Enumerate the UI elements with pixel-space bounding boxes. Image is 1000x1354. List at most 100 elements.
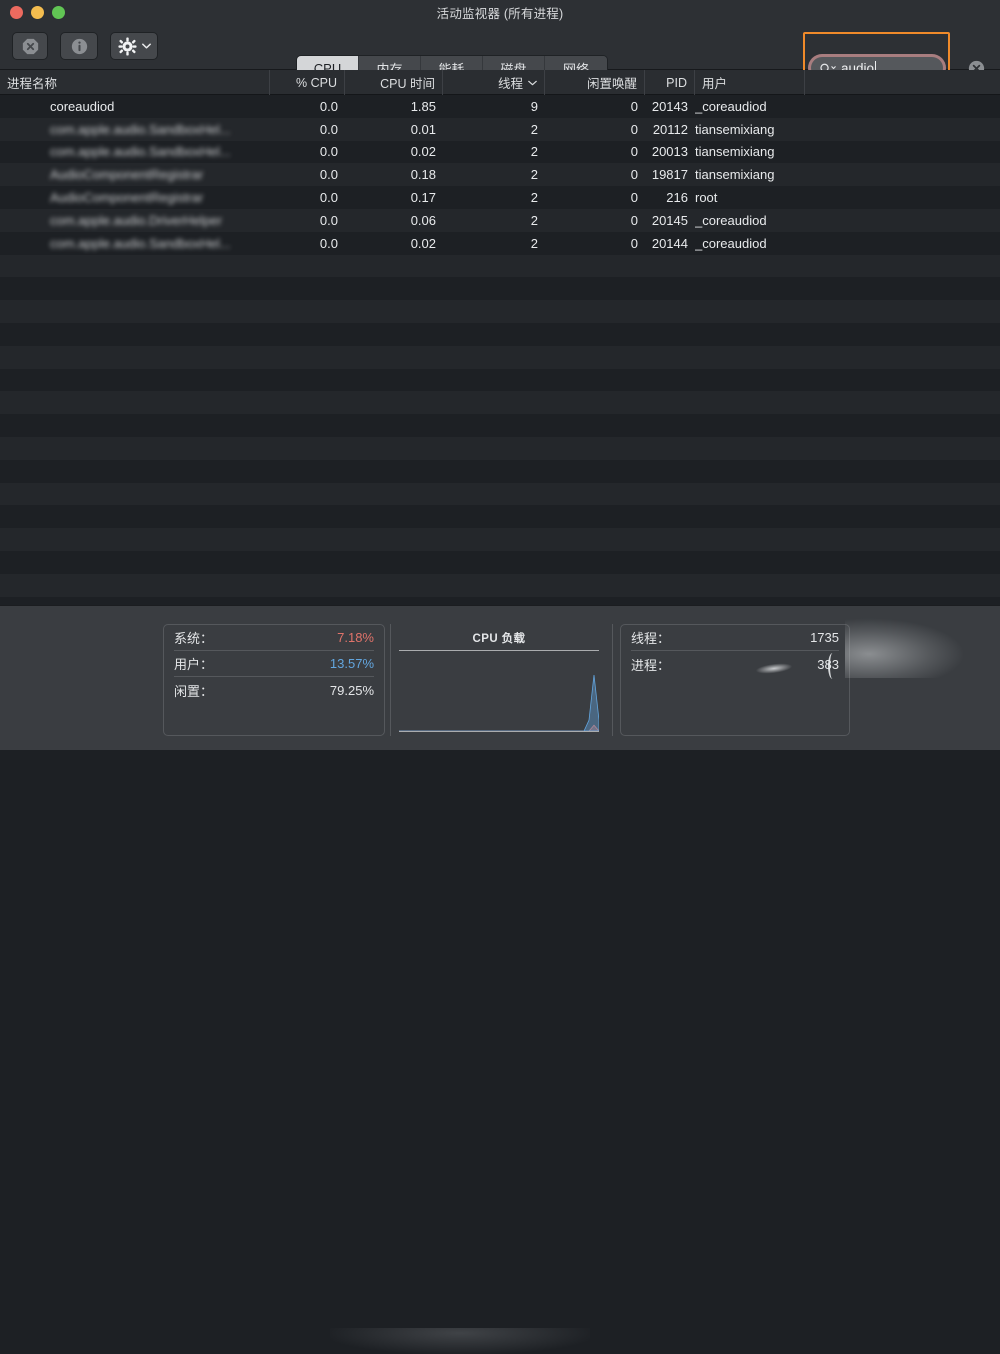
cell-cpu-time: 1.85 xyxy=(345,95,443,118)
totals-panel: 线程： 1735 进程： 383 xyxy=(620,624,850,736)
cell-process-name: AudioComponentRegistrar xyxy=(50,163,265,186)
inspect-process-button[interactable] xyxy=(60,32,98,60)
cell-cpu-time: 0.17 xyxy=(345,186,443,209)
table-row-empty xyxy=(0,437,1000,460)
stat-value: 1735 xyxy=(810,630,839,645)
column-label: 线程 xyxy=(498,73,523,92)
stop-process-button[interactable] xyxy=(12,32,48,60)
cell-user: tiansemixiang xyxy=(695,118,805,141)
cell-process-name: AudioComponentRegistrar xyxy=(50,186,265,209)
cell-user: root xyxy=(695,186,805,209)
column-label: PID xyxy=(666,76,687,90)
cell-process-name: com.apple.audio.SandboxHel... xyxy=(50,232,265,255)
table-row-empty xyxy=(0,505,1000,528)
table-row-empty xyxy=(0,483,1000,506)
cell-process-name: com.apple.audio.DriverHelper xyxy=(50,209,265,232)
cell-user: tiansemixiang xyxy=(695,163,805,186)
cpu-load-title: CPU 负载 xyxy=(390,630,608,646)
column-header-idle-wakeups[interactable]: 闲置唤醒 xyxy=(545,70,645,95)
stop-process-icon xyxy=(22,38,39,55)
stat-row-user: 用户： 13.57% xyxy=(174,651,374,677)
cell-threads: 2 xyxy=(443,186,545,209)
chevron-down-icon xyxy=(142,43,151,49)
chevron-down-icon xyxy=(528,80,537,86)
table-row-empty xyxy=(0,255,1000,278)
cell-cpu-percent: 0.0 xyxy=(270,95,345,118)
table-row-empty xyxy=(0,300,1000,323)
cell-process-name: coreaudiod xyxy=(50,95,265,118)
close-button[interactable] xyxy=(10,6,23,19)
table-row-empty xyxy=(0,574,1000,597)
stat-label: 用户： xyxy=(174,654,213,673)
table-row-empty xyxy=(0,551,1000,574)
cell-process-name: com.apple.audio.SandboxHel... xyxy=(50,118,265,141)
cpu-load-svg xyxy=(399,651,599,731)
stat-value: 13.57% xyxy=(330,656,374,671)
stat-label: 闲置： xyxy=(174,681,213,700)
zoom-button[interactable] xyxy=(52,6,65,19)
process-table-body[interactable]: coreaudiod0.01.859020143_coreaudiodcom.a… xyxy=(0,95,1000,605)
cell-pid: 216 xyxy=(645,186,695,209)
toolbar: CPU 内存 能耗 磁盘 网络 audio xyxy=(0,24,1000,70)
table-row-empty xyxy=(0,323,1000,346)
table-row[interactable]: AudioComponentRegistrar0.00.1720216root xyxy=(0,186,1000,209)
stat-label: 线程： xyxy=(631,628,670,647)
table-row[interactable]: com.apple.audio.SandboxHel...0.00.012020… xyxy=(0,118,1000,141)
gear-icon xyxy=(118,37,137,56)
column-header-spacer xyxy=(805,70,1000,95)
table-header: 进程名称 % CPU CPU 时间 线程 闲置唤醒 PID 用户 xyxy=(0,70,1000,95)
cell-threads: 2 xyxy=(443,118,545,141)
column-label: 闲置唤醒 xyxy=(587,73,637,92)
cell-cpu-percent: 0.0 xyxy=(270,232,345,255)
window-title: 活动监视器 (所有进程) xyxy=(0,3,1000,22)
cell-user: _coreaudiod xyxy=(695,95,805,118)
cell-cpu-time: 0.02 xyxy=(345,232,443,255)
column-header-pid[interactable]: PID xyxy=(645,70,695,95)
column-header-name[interactable]: 进程名称 xyxy=(0,70,270,95)
cell-pid: 20143 xyxy=(645,95,695,118)
stat-row-threads: 线程： 1735 xyxy=(631,625,839,651)
actions-menu-button[interactable] xyxy=(110,32,158,60)
cell-pid: 19817 xyxy=(645,163,695,186)
column-header-user[interactable]: 用户 xyxy=(695,70,805,95)
column-label: 进程名称 xyxy=(7,73,57,92)
cell-idle-wakeups: 0 xyxy=(545,186,645,209)
cpu-load-graph-panel: CPU 负载 xyxy=(390,624,608,736)
table-row-empty xyxy=(0,528,1000,551)
column-header-cpu-time[interactable]: CPU 时间 xyxy=(345,70,443,95)
table-row[interactable]: coreaudiod0.01.859020143_coreaudiod xyxy=(0,95,1000,118)
chart-series-用户 xyxy=(399,675,599,731)
cell-cpu-percent: 0.0 xyxy=(270,141,345,164)
cell-idle-wakeups: 0 xyxy=(545,141,645,164)
cell-pid: 20112 xyxy=(645,118,695,141)
cell-threads: 2 xyxy=(443,209,545,232)
activity-monitor-window: 活动监视器 (所有进程) xyxy=(0,0,1000,750)
column-header-cpu[interactable]: % CPU xyxy=(270,70,345,95)
table-row-empty xyxy=(0,346,1000,369)
column-header-threads[interactable]: 线程 xyxy=(443,70,545,95)
cpu-stats-panel: 系统： 7.18% 用户： 13.57% 闲置： 79.25% xyxy=(163,624,385,736)
minimize-button[interactable] xyxy=(31,6,44,19)
cell-cpu-time: 0.02 xyxy=(345,141,443,164)
stat-label: 进程： xyxy=(631,655,670,674)
table-row[interactable]: com.apple.audio.SandboxHel...0.00.022020… xyxy=(0,232,1000,255)
table-row-empty xyxy=(0,369,1000,392)
stat-row-system: 系统： 7.18% xyxy=(174,625,374,651)
stat-value: 7.18% xyxy=(337,630,374,645)
cell-cpu-percent: 0.0 xyxy=(270,118,345,141)
stat-value: 383 xyxy=(817,657,839,672)
title-bar: 活动监视器 (所有进程) xyxy=(0,0,1000,24)
column-label: % CPU xyxy=(296,76,337,90)
table-row[interactable]: AudioComponentRegistrar0.00.182019817tia… xyxy=(0,163,1000,186)
column-label: 用户 xyxy=(702,73,727,92)
cell-user: tiansemixiang xyxy=(695,141,805,164)
cell-process-name: com.apple.audio.SandboxHel... xyxy=(50,141,265,164)
table-row-empty xyxy=(0,460,1000,483)
table-row-empty xyxy=(0,391,1000,414)
cell-threads: 9 xyxy=(443,95,545,118)
table-row[interactable]: com.apple.audio.SandboxHel...0.00.022020… xyxy=(0,141,1000,164)
cell-idle-wakeups: 0 xyxy=(545,95,645,118)
table-row[interactable]: com.apple.audio.DriverHelper0.00.0620201… xyxy=(0,209,1000,232)
cell-idle-wakeups: 0 xyxy=(545,118,645,141)
cell-pid: 20144 xyxy=(645,232,695,255)
